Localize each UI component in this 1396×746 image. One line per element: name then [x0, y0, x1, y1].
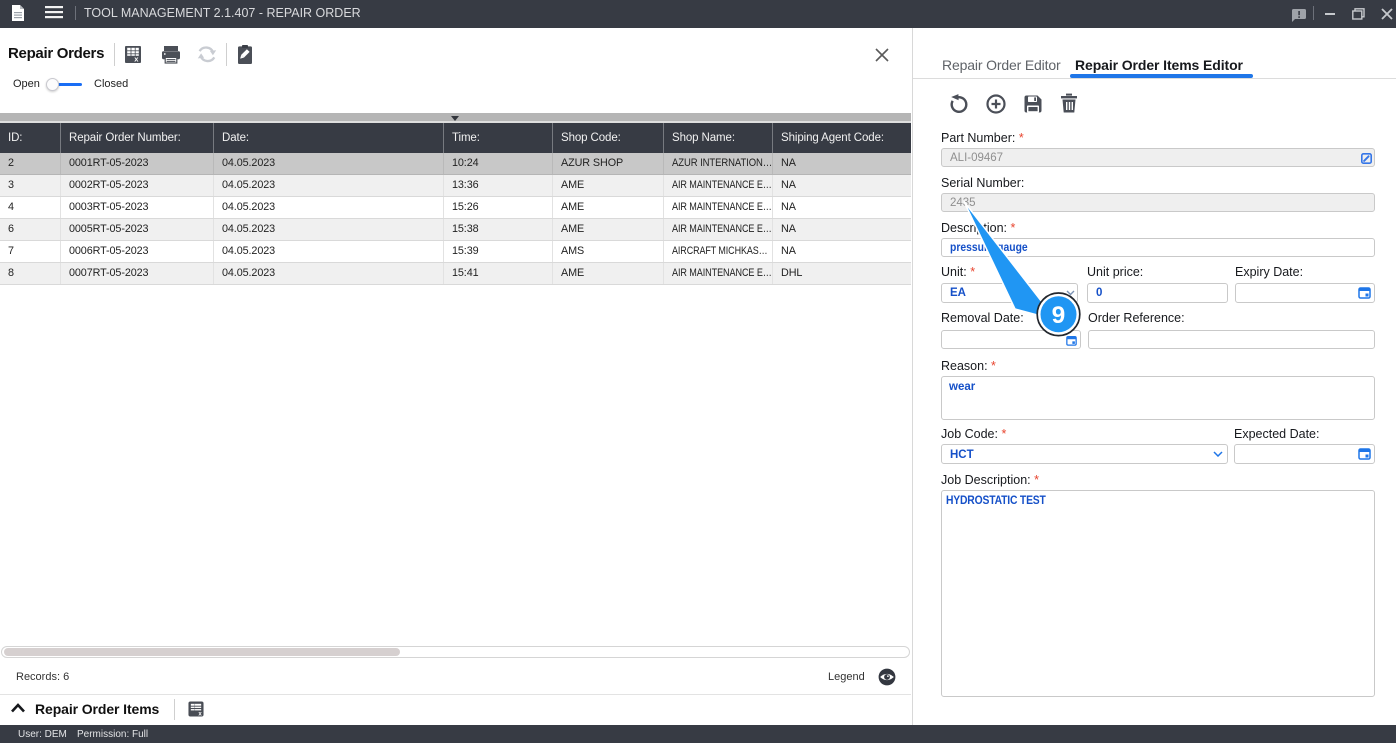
svg-text:9: 9: [1052, 302, 1066, 329]
svg-text:x: x: [198, 710, 202, 717]
